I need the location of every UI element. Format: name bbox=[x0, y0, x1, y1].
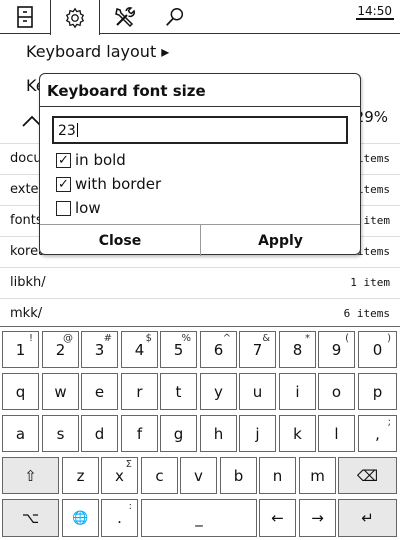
item-count: items bbox=[356, 183, 390, 196]
symbols-key[interactable]: ⌥ bbox=[2, 499, 59, 537]
dialog-buttons: Close Apply bbox=[40, 224, 360, 256]
key-b[interactable]: b bbox=[220, 457, 257, 494]
enter-key[interactable]: ↵ bbox=[338, 499, 397, 537]
key-y[interactable]: y bbox=[200, 373, 237, 410]
font-size-input[interactable]: 23 bbox=[52, 116, 348, 144]
search-icon[interactable] bbox=[150, 0, 200, 34]
top-toolbar: 14:50 bbox=[0, 0, 400, 35]
cursor-left-key[interactable]: ← bbox=[259, 499, 296, 537]
backspace-key[interactable]: ⌫ bbox=[338, 457, 397, 494]
key-l[interactable]: l bbox=[318, 415, 355, 452]
border-label: with border bbox=[75, 175, 162, 193]
list-item[interactable]: libkh/1 item bbox=[0, 267, 400, 298]
key-0[interactable]: 0) bbox=[358, 331, 397, 368]
key-a[interactable]: a bbox=[2, 415, 39, 452]
cursor-right-key[interactable]: → bbox=[299, 499, 336, 537]
key-c[interactable]: c bbox=[141, 457, 178, 494]
divider bbox=[40, 106, 360, 107]
key-1[interactable]: 1! bbox=[2, 331, 39, 368]
low-label: low bbox=[75, 199, 101, 217]
gear-icon[interactable] bbox=[50, 0, 100, 35]
bold-option[interactable]: ✓ in bold bbox=[56, 151, 126, 169]
list-item[interactable]: mkk/6 items bbox=[0, 298, 400, 329]
item-count: items bbox=[356, 152, 390, 165]
key-t[interactable]: t bbox=[160, 373, 197, 410]
battery-indicator bbox=[356, 18, 394, 20]
key-5[interactable]: 5% bbox=[160, 331, 197, 368]
key-2[interactable]: 2 @ bbox=[42, 331, 79, 368]
font-size-dialog: Keyboard font size 23 ✓ in bold ✓ with b… bbox=[39, 73, 361, 256]
key-g[interactable]: g bbox=[160, 415, 197, 452]
key-q[interactable]: q bbox=[2, 373, 39, 410]
file-name: docu bbox=[10, 151, 42, 166]
item-count: items bbox=[356, 245, 390, 258]
file-name: fonts bbox=[10, 213, 43, 228]
key-s[interactable]: s bbox=[42, 415, 79, 452]
key-7[interactable]: 7 & bbox=[239, 331, 276, 368]
key-k[interactable]: k bbox=[279, 415, 316, 452]
shift-key[interactable]: ⇧ bbox=[2, 457, 59, 494]
key-v[interactable]: v bbox=[180, 457, 217, 494]
globe-key[interactable]: 🌐 bbox=[62, 499, 99, 537]
key-z[interactable]: z bbox=[62, 457, 99, 494]
close-button[interactable]: Close bbox=[40, 225, 200, 256]
key-w[interactable]: w bbox=[42, 373, 79, 410]
keyboard-layout-item[interactable]: Keyboard layout ▸ bbox=[26, 42, 169, 61]
item-count: item bbox=[363, 214, 391, 227]
key-period[interactable]: .: bbox=[101, 499, 138, 537]
key-h[interactable]: h bbox=[200, 415, 237, 452]
key-9[interactable]: 9( bbox=[318, 331, 355, 368]
tools-icon[interactable] bbox=[100, 0, 150, 34]
bold-label: in bold bbox=[75, 151, 126, 169]
on-screen-keyboard: 1! 2 @ 3 # 4 $ 5% 6 ^ 7 & 8 * 9( 0) q w e r t … bbox=[0, 326, 400, 540]
key-comma[interactable]: ,; bbox=[358, 415, 397, 452]
key-d[interactable]: d bbox=[81, 415, 118, 452]
bold-checkbox[interactable]: ✓ bbox=[56, 152, 71, 168]
low-checkbox[interactable] bbox=[56, 200, 71, 216]
key-8[interactable]: 8 * bbox=[279, 331, 316, 368]
space-key[interactable]: _ bbox=[141, 499, 257, 537]
clock: 14:50 bbox=[357, 4, 392, 18]
text-caret bbox=[76, 123, 78, 137]
key-n[interactable]: n bbox=[259, 457, 296, 494]
key-r[interactable]: r bbox=[121, 373, 158, 410]
key-6[interactable]: 6 ^ bbox=[200, 331, 237, 368]
key-e[interactable]: e bbox=[81, 373, 118, 410]
key-u[interactable]: u bbox=[239, 373, 276, 410]
file-name: mkk/ bbox=[10, 306, 43, 321]
key-i[interactable]: i bbox=[279, 373, 316, 410]
border-checkbox[interactable]: ✓ bbox=[56, 176, 71, 192]
key-x[interactable]: xΣ bbox=[101, 457, 138, 494]
item-count: 1 item bbox=[350, 276, 390, 289]
cabinet-icon[interactable] bbox=[0, 0, 50, 34]
key-3[interactable]: 3 # bbox=[81, 331, 118, 368]
key-f[interactable]: f bbox=[121, 415, 158, 452]
file-name: libkh/ bbox=[10, 275, 46, 290]
key-m[interactable]: m bbox=[299, 457, 336, 494]
input-value: 23 bbox=[58, 123, 76, 139]
dialog-title: Keyboard font size bbox=[47, 82, 206, 100]
key-o[interactable]: o bbox=[318, 373, 355, 410]
apply-button[interactable]: Apply bbox=[200, 225, 360, 256]
key-4[interactable]: 4 $ bbox=[121, 331, 158, 368]
border-option[interactable]: ✓ with border bbox=[56, 175, 161, 193]
low-option[interactable]: low bbox=[56, 199, 101, 217]
key-p[interactable]: p bbox=[358, 373, 397, 410]
item-count: 6 items bbox=[343, 307, 390, 320]
key-j[interactable]: j bbox=[239, 415, 276, 452]
